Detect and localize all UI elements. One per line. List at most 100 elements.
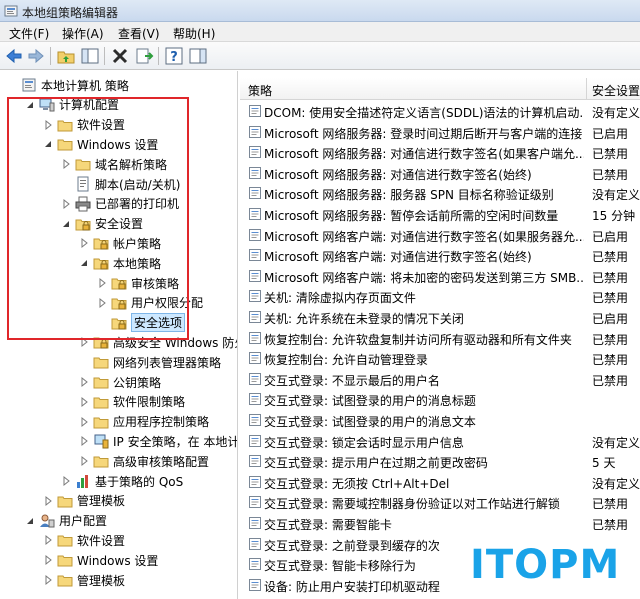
- collapsed-arrow-icon[interactable]: [78, 396, 90, 408]
- forward-arrow-icon[interactable]: [26, 46, 46, 66]
- tree-node[interactable]: Windows 设置: [42, 134, 158, 154]
- policy-row[interactable]: 交互式登录: 试图登录的用户的消息标题: [240, 389, 640, 410]
- policy-setting-icon: [248, 413, 262, 427]
- policy-row[interactable]: Microsoft 网络服务器: 对通信进行数字签名(如果客户端允... 已禁用: [240, 142, 640, 163]
- tree-node[interactable]: 基于策略的 QoS: [60, 471, 183, 491]
- menu-file[interactable]: 文件(F): [9, 25, 49, 42]
- tree-node-label: 脚本(启动/关机): [95, 177, 181, 192]
- policy-value: 已禁用: [592, 373, 629, 388]
- delete-icon[interactable]: [110, 46, 130, 66]
- policy-row[interactable]: 恢复控制台: 允许自动管理登录 已禁用: [240, 348, 640, 369]
- tree-node[interactable]: 安全选项: [96, 313, 186, 333]
- tree-node[interactable]: 域名解析策略: [60, 154, 167, 174]
- back-arrow-icon[interactable]: [4, 46, 24, 66]
- policy-row[interactable]: Microsoft 网络服务器: 服务器 SPN 目标名称验证级别 没有定义: [240, 183, 640, 204]
- tree-node[interactable]: 本地计算机 策略: [6, 75, 129, 95]
- tree-node[interactable]: Windows 设置: [42, 550, 158, 570]
- toolbar: ?: [0, 42, 640, 70]
- policy-row[interactable]: 关机: 清除虚拟内存页面文件 已禁用: [240, 286, 640, 307]
- column-divider[interactable]: [586, 78, 587, 100]
- column-header-security-setting[interactable]: 安全设置: [592, 82, 640, 99]
- collapsed-arrow-icon[interactable]: [60, 475, 72, 487]
- column-header-policy[interactable]: 策略: [248, 82, 272, 99]
- policy-row[interactable]: 交互式登录: 提示用户在过期之前更改密码 5 天: [240, 451, 640, 472]
- menu-help[interactable]: 帮助(H): [173, 25, 215, 42]
- collapsed-arrow-icon[interactable]: [42, 534, 54, 546]
- tree-node[interactable]: 审核策略: [96, 273, 179, 293]
- policy-row[interactable]: Microsoft 网络服务器: 暂停会话前所需的空闲时间数量 15 分钟: [240, 204, 640, 225]
- no-expander: [6, 79, 18, 91]
- tree-node[interactable]: 用户配置: [24, 511, 107, 531]
- policy-row[interactable]: Microsoft 网络服务器: 登录时间过期后断开与客户端的连接 已启用: [240, 122, 640, 143]
- collapsed-arrow-icon[interactable]: [78, 336, 90, 348]
- policy-name: 恢复控制台: 允许自动管理登录: [264, 353, 428, 368]
- menu-action[interactable]: 操作(A): [62, 25, 104, 42]
- expanded-arrow-icon[interactable]: [78, 257, 90, 269]
- export-list-icon[interactable]: [134, 46, 154, 66]
- watermark-logo: ITOPM: [440, 532, 640, 599]
- expanded-arrow-icon[interactable]: [60, 218, 72, 230]
- collapsed-arrow-icon[interactable]: [78, 237, 90, 249]
- policy-row[interactable]: Microsoft 网络客户端: 对通信进行数字签名(始终) 已禁用: [240, 245, 640, 266]
- collapsed-arrow-icon[interactable]: [96, 297, 108, 309]
- tree-node[interactable]: 管理模板: [42, 491, 125, 511]
- expanded-arrow-icon[interactable]: [24, 515, 36, 527]
- tree-node[interactable]: 已部署的打印机: [60, 194, 179, 214]
- tree-node[interactable]: 应用程序控制策略: [78, 412, 209, 432]
- expanded-arrow-icon[interactable]: [42, 138, 54, 150]
- tree-node[interactable]: 软件设置: [42, 530, 125, 550]
- show-hide-tree-icon[interactable]: [80, 46, 100, 66]
- policy-row[interactable]: DCOM: 使用安全描述符定义语言(SDDL)语法的计算机启动... 没有定义: [240, 101, 640, 122]
- collapsed-arrow-icon[interactable]: [78, 416, 90, 428]
- tree-node[interactable]: 网络列表管理器策略: [78, 352, 221, 372]
- collapsed-arrow-icon[interactable]: [78, 435, 90, 447]
- policy-row[interactable]: 交互式登录: 锁定会话时显示用户信息 没有定义: [240, 431, 640, 452]
- collapsed-arrow-icon[interactable]: [42, 495, 54, 507]
- tree-node[interactable]: 计算机配置: [24, 95, 119, 115]
- policy-row[interactable]: 交互式登录: 需要域控制器身份验证以对工作站进行解锁 已禁用: [240, 492, 640, 513]
- policy-setting-icon: [248, 145, 262, 159]
- collapsed-arrow-icon[interactable]: [60, 198, 72, 210]
- properties-pane-icon[interactable]: [188, 46, 208, 66]
- tree-node[interactable]: 高级审核策略配置: [78, 451, 209, 471]
- tree-node[interactable]: 脚本(启动/关机): [60, 174, 180, 194]
- policy-row[interactable]: 交互式登录: 不显示最后的用户名 已禁用: [240, 369, 640, 390]
- collapsed-arrow-icon[interactable]: [42, 119, 54, 131]
- policy-row[interactable]: Microsoft 网络客户端: 对通信进行数字签名(如果服务器允... 已启用: [240, 225, 640, 246]
- policy-name: Microsoft 网络服务器: 服务器 SPN 目标名称验证级别: [264, 188, 554, 203]
- folder-icon: [93, 354, 109, 370]
- tree-node[interactable]: 软件设置: [42, 115, 125, 135]
- policy-row[interactable]: 交互式登录: 需要智能卡 已禁用: [240, 513, 640, 534]
- policy-row[interactable]: 交互式登录: 无须按 Ctrl+Alt+Del 没有定义: [240, 472, 640, 493]
- policy-row[interactable]: Microsoft 网络客户端: 将未加密的密码发送到第三方 SMB... 已禁用: [240, 266, 640, 287]
- policy-row[interactable]: 关机: 允许系统在未登录的情况下关闭 已启用: [240, 307, 640, 328]
- collapsed-arrow-icon[interactable]: [78, 376, 90, 388]
- menu-view[interactable]: 查看(V): [118, 25, 160, 42]
- collapsed-arrow-icon[interactable]: [96, 277, 108, 289]
- policy-name: 交互式登录: 需要智能卡: [264, 518, 392, 532]
- policy-row[interactable]: 恢复控制台: 允许软盘复制并访问所有驱动器和所有文件夹 已禁用: [240, 328, 640, 349]
- tree-node[interactable]: 帐户策略: [78, 233, 161, 253]
- tree-node[interactable]: IP 安全策略，在 本地计算机: [78, 431, 237, 451]
- tree-node[interactable]: 本地策略: [78, 253, 161, 273]
- policy-row[interactable]: Microsoft 网络服务器: 对通信进行数字签名(始终) 已禁用: [240, 163, 640, 184]
- collapsed-arrow-icon[interactable]: [78, 455, 90, 467]
- collapsed-arrow-icon[interactable]: [42, 574, 54, 586]
- tree-node[interactable]: 高级安全 Windows 防火墙: [78, 332, 237, 352]
- folder-icon: [57, 532, 73, 548]
- tree-node[interactable]: 公钥策略: [78, 372, 161, 392]
- help-icon[interactable]: ?: [164, 46, 184, 66]
- watermark-text: ITOPM: [470, 542, 621, 588]
- collapsed-arrow-icon[interactable]: [60, 158, 72, 170]
- policy-name: Microsoft 网络服务器: 对通信进行数字签名(始终): [264, 167, 532, 182]
- tree-node[interactable]: 安全设置: [60, 214, 143, 234]
- tree-node[interactable]: 用户权限分配: [96, 293, 203, 313]
- expanded-arrow-icon[interactable]: [24, 99, 36, 111]
- policy-row[interactable]: 交互式登录: 试图登录的用户的消息文本: [240, 410, 640, 431]
- list-header: 策略 安全设置: [240, 78, 640, 100]
- collapsed-arrow-icon[interactable]: [42, 554, 54, 566]
- tree-node[interactable]: 管理模板: [42, 570, 125, 590]
- policy-value: 已启用: [592, 229, 629, 244]
- tree-node[interactable]: 软件限制策略: [78, 392, 185, 412]
- up-folder-icon[interactable]: [56, 46, 76, 66]
